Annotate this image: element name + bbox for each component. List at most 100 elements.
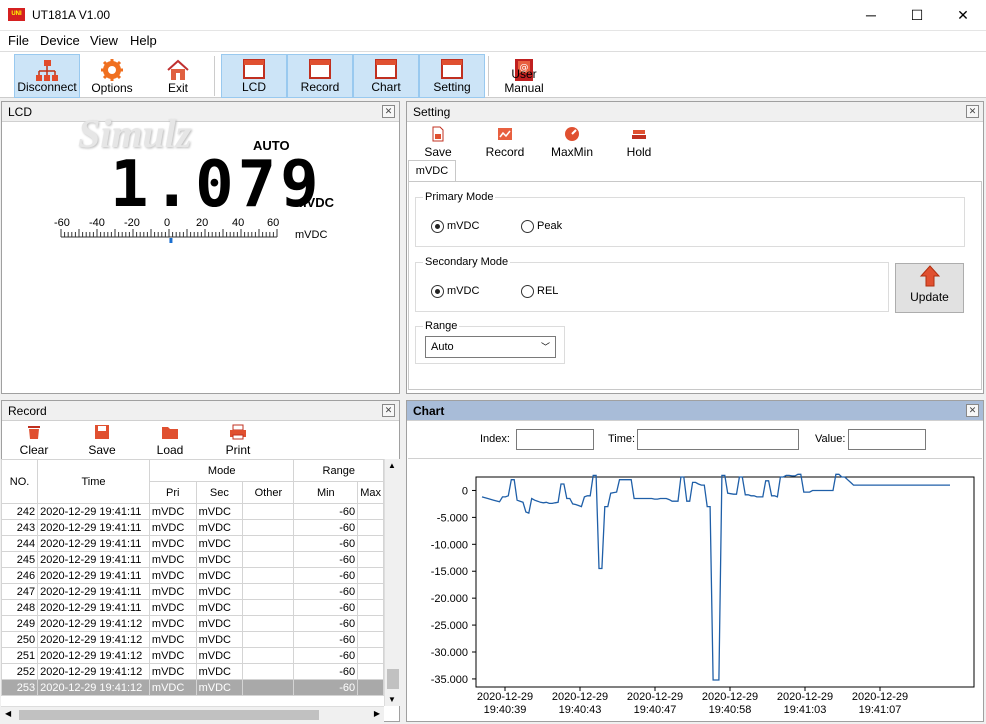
col-min[interactable]: Min bbox=[293, 481, 359, 504]
record-save-button[interactable]: Save bbox=[86, 424, 118, 457]
scroll-left-icon[interactable]: ◀ bbox=[5, 709, 11, 718]
cell-max bbox=[357, 679, 384, 696]
close-icon[interactable]: ✕ bbox=[382, 105, 395, 118]
menu-device[interactable]: Device bbox=[40, 33, 80, 48]
col-time[interactable]: Time bbox=[37, 459, 150, 504]
cell-sec: mVDC bbox=[195, 647, 244, 664]
y-tick-label: -15.000 bbox=[431, 566, 468, 578]
hold-button[interactable]: Hold bbox=[624, 126, 654, 159]
cell-pri: mVDC bbox=[148, 679, 197, 696]
primary-mvdc-radio[interactable] bbox=[431, 220, 444, 233]
chart-label: Chart bbox=[371, 80, 401, 94]
scrollbar-thumb[interactable] bbox=[19, 710, 319, 720]
record-load-button[interactable]: Load bbox=[154, 424, 186, 457]
secondary-mvdc-radio[interactable] bbox=[431, 285, 444, 298]
maxmin-button[interactable]: MaxMin bbox=[551, 126, 593, 159]
user-manual-label: User Manual bbox=[504, 67, 544, 95]
value-field[interactable] bbox=[848, 429, 926, 450]
record-horizontal-scrollbar[interactable]: ◀ ▶ bbox=[1, 706, 384, 722]
record-clear-button[interactable]: Clear bbox=[18, 424, 50, 457]
cell-min: -60 bbox=[293, 583, 359, 600]
table-row[interactable]: 244 2020-12-29 19:41:11 mVDC mVDC -60 bbox=[1, 535, 384, 552]
setting-record-button[interactable]: Record bbox=[485, 126, 525, 159]
minimize-button[interactable]: ─ bbox=[848, 0, 894, 30]
chevron-down-icon: ﹀ bbox=[540, 342, 550, 352]
table-row[interactable]: 250 2020-12-29 19:41:12 mVDC mVDC -60 bbox=[1, 631, 384, 648]
toolbar-separator bbox=[214, 56, 215, 96]
close-button[interactable]: ✕ bbox=[940, 0, 986, 30]
table-row[interactable]: 248 2020-12-29 19:41:11 mVDC mVDC -60 bbox=[1, 599, 384, 616]
disconnect-button[interactable]: Disconnect bbox=[14, 54, 80, 98]
y-tick-label: 0 bbox=[462, 485, 468, 497]
x-tick-label: 19:40:47 bbox=[634, 704, 677, 716]
col-pri[interactable]: Pri bbox=[148, 481, 197, 504]
table-row[interactable]: 242 2020-12-29 19:41:11 mVDC mVDC -60 bbox=[1, 503, 384, 520]
window-icon bbox=[441, 59, 463, 79]
x-tick-label: 2020-12-29 bbox=[852, 691, 908, 703]
close-icon[interactable]: ✕ bbox=[966, 105, 979, 118]
scrollbar-thumb[interactable] bbox=[387, 669, 399, 689]
gauge-icon bbox=[565, 127, 579, 141]
voltage-line-chart[interactable]: 0 -5.000 -10.000 -15.000 -20.000 -25.000 -30.0… bbox=[408, 459, 982, 721]
record-toggle-button[interactable]: Record bbox=[287, 54, 353, 98]
range-select[interactable]: Auto ﹀ bbox=[425, 336, 556, 358]
setting-save-button[interactable]: Save bbox=[420, 126, 456, 159]
cell-min: -60 bbox=[293, 679, 359, 696]
print-label: Print bbox=[225, 443, 251, 457]
cell-no: 247 bbox=[1, 583, 39, 600]
cell-sec: mVDC bbox=[195, 551, 244, 568]
table-row[interactable]: 249 2020-12-29 19:41:12 mVDC mVDC -60 bbox=[1, 615, 384, 632]
close-icon[interactable]: ✕ bbox=[966, 404, 979, 417]
options-button[interactable]: Options bbox=[82, 54, 142, 98]
table-row[interactable]: 252 2020-12-29 19:41:12 mVDC mVDC -60 bbox=[1, 663, 384, 680]
chart-toggle-button[interactable]: Chart bbox=[353, 54, 419, 98]
setting-toggle-button[interactable]: Setting bbox=[419, 54, 485, 98]
range-label: Range bbox=[423, 320, 460, 332]
scroll-up-icon[interactable]: ▲ bbox=[388, 461, 396, 470]
cell-no: 246 bbox=[1, 567, 39, 584]
close-icon[interactable]: ✕ bbox=[382, 404, 395, 417]
exit-button[interactable]: Exit bbox=[148, 54, 208, 98]
record-vertical-scrollbar[interactable]: ▲ ▼ bbox=[384, 459, 400, 706]
scroll-right-icon[interactable]: ▶ bbox=[374, 709, 380, 718]
col-sec[interactable]: Sec bbox=[195, 481, 244, 504]
user-manual-button[interactable]: @ User Manual bbox=[492, 54, 556, 98]
cell-sec: mVDC bbox=[195, 679, 244, 696]
table-row[interactable]: 251 2020-12-29 19:41:12 mVDC mVDC -60 bbox=[1, 647, 384, 664]
index-field[interactable] bbox=[516, 429, 594, 450]
col-no[interactable]: NO. bbox=[1, 459, 39, 504]
tab-mvdc[interactable]: mVDC bbox=[408, 160, 456, 182]
table-row[interactable]: 245 2020-12-29 19:41:11 mVDC mVDC -60 bbox=[1, 551, 384, 568]
cell-no: 250 bbox=[1, 631, 39, 648]
time-field[interactable] bbox=[637, 429, 799, 450]
update-button[interactable]: Update bbox=[895, 263, 964, 313]
menu-file[interactable]: File bbox=[8, 33, 29, 48]
menu-help[interactable]: Help bbox=[130, 33, 157, 48]
cell-sec: mVDC bbox=[195, 535, 244, 552]
cell-max bbox=[357, 519, 384, 536]
x-tick-label: 19:41:07 bbox=[859, 704, 902, 716]
primary-peak-radio[interactable] bbox=[521, 220, 534, 233]
table-row[interactable]: 243 2020-12-29 19:41:11 mVDC mVDC -60 bbox=[1, 519, 384, 536]
secondary-rel-radio[interactable] bbox=[521, 285, 534, 298]
col-range[interactable]: Range bbox=[293, 459, 384, 482]
lcd-toggle-button[interactable]: LCD bbox=[221, 54, 287, 98]
col-max[interactable]: Max bbox=[357, 481, 384, 504]
record-print-button[interactable]: Print bbox=[222, 424, 254, 457]
folder-icon bbox=[162, 427, 178, 439]
cell-other bbox=[242, 679, 295, 696]
table-row[interactable]: 246 2020-12-29 19:41:11 mVDC mVDC -60 bbox=[1, 567, 384, 584]
cell-min: -60 bbox=[293, 663, 359, 680]
col-mode[interactable]: Mode bbox=[148, 459, 295, 482]
cell-sec: mVDC bbox=[195, 519, 244, 536]
x-tick-label: 19:40:39 bbox=[484, 704, 527, 716]
menu-view[interactable]: View bbox=[90, 33, 118, 48]
cell-sec: mVDC bbox=[195, 663, 244, 680]
cell-min: -60 bbox=[293, 503, 359, 520]
maximize-button[interactable]: ☐ bbox=[894, 0, 940, 30]
cell-no: 249 bbox=[1, 615, 39, 632]
table-row[interactable]: 253 2020-12-29 19:41:12 mVDC mVDC -60 bbox=[1, 679, 384, 696]
scroll-down-icon[interactable]: ▼ bbox=[388, 695, 396, 704]
table-row[interactable]: 247 2020-12-29 19:41:11 mVDC mVDC -60 bbox=[1, 583, 384, 600]
col-other[interactable]: Other bbox=[242, 481, 295, 504]
